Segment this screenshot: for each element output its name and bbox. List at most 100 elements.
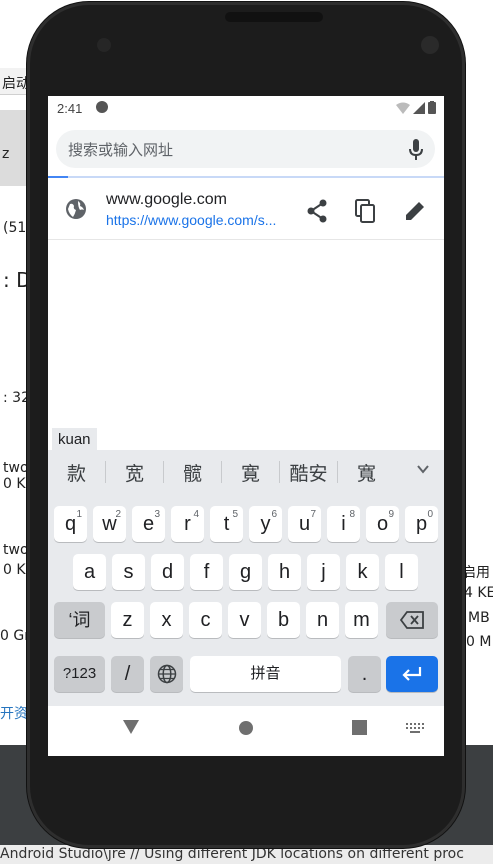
key-hint-number: 6: [271, 509, 277, 520]
key-label: u: [298, 513, 311, 535]
home-icon[interactable]: [238, 720, 254, 736]
language-key[interactable]: [150, 656, 183, 692]
key-hint-number: 1: [76, 509, 82, 520]
composing-text: kuan: [52, 428, 97, 452]
candidate[interactable]: 酷安: [280, 459, 337, 486]
omnibox-suggestion[interactable]: www.google.com https://www.google.com/s.…: [48, 183, 444, 240]
key-s[interactable]: s: [112, 554, 145, 590]
key-label: o: [376, 513, 389, 535]
key-e[interactable]: 3e: [132, 506, 165, 542]
status-icons: [396, 101, 436, 114]
space-key[interactable]: 拼音: [190, 656, 341, 692]
suggestion-url: https://www.google.com/s...: [106, 212, 277, 228]
share-icon[interactable]: [304, 198, 330, 224]
key-hint-number: 4: [193, 509, 199, 520]
candidate[interactable]: 髋: [164, 459, 221, 486]
address-bar[interactable]: [56, 130, 435, 170]
enter-key[interactable]: [386, 656, 438, 692]
search-input[interactable]: [66, 130, 390, 170]
bg-line: 4 KE: [464, 585, 493, 601]
key-y[interactable]: 6y: [249, 506, 282, 542]
status-bar: 2:41: [48, 96, 444, 120]
keyboard-switch-icon[interactable]: [406, 723, 424, 733]
candidate[interactable]: 宽: [106, 459, 163, 486]
slash-key[interactable]: /: [111, 656, 144, 692]
key-c[interactable]: c: [189, 602, 222, 638]
key-v[interactable]: v: [228, 602, 261, 638]
key-l[interactable]: l: [385, 554, 418, 590]
key-o[interactable]: 9o: [366, 506, 399, 542]
bg-line: two: [3, 460, 29, 476]
key-x[interactable]: x: [150, 602, 183, 638]
bg-side-text: z: [2, 146, 10, 162]
key-hint-number: 9: [388, 509, 394, 520]
globe-icon: [66, 199, 86, 219]
key-f[interactable]: f: [190, 554, 223, 590]
suggestion-title: www.google.com: [106, 191, 227, 208]
key-z[interactable]: z: [111, 602, 144, 638]
backspace-icon: [399, 611, 424, 629]
key-t[interactable]: 5t: [210, 506, 243, 542]
key-label: e: [142, 513, 155, 535]
status-time: 2:41: [57, 101, 83, 116]
key-w[interactable]: 2w: [93, 506, 126, 542]
mic-icon[interactable]: [409, 139, 423, 161]
key-hint-number: 5: [232, 509, 238, 520]
bg-line: two: [3, 542, 29, 558]
key-hint-number: 7: [310, 509, 316, 520]
bg-line: (51: [3, 220, 27, 236]
candidate[interactable]: 款: [48, 459, 105, 486]
candidate[interactable]: 寛: [222, 459, 279, 486]
bg-line: 0 K: [3, 562, 26, 578]
enter-icon: [402, 667, 422, 681]
key-label: r: [184, 513, 191, 535]
chevron-down-icon[interactable]: [416, 462, 430, 476]
bg-line: 启用: [462, 565, 490, 581]
page-load-progress: [48, 176, 444, 178]
key-k[interactable]: k: [346, 554, 379, 590]
candidate[interactable]: 寬: [338, 459, 395, 486]
period-key[interactable]: .: [348, 656, 381, 692]
key-j[interactable]: j: [307, 554, 340, 590]
proximity-sensor: [97, 38, 111, 52]
key-a[interactable]: a: [73, 554, 106, 590]
candidate-bar: 款 宽 髋 寛 酷安 寬: [48, 450, 444, 494]
key-p[interactable]: 0p: [405, 506, 438, 542]
key-hint-number: 0: [427, 509, 433, 520]
key-hint-number: 2: [115, 509, 121, 520]
key-label: p: [415, 513, 428, 535]
key-i[interactable]: 8i: [327, 506, 360, 542]
key-h[interactable]: h: [268, 554, 301, 590]
key-label: q: [64, 513, 77, 535]
key-n[interactable]: n: [306, 602, 339, 638]
device-screen: 2:41 www.google.com https://www.google.c…: [48, 96, 444, 756]
progress-fill: [48, 176, 68, 178]
symbols-key[interactable]: ?123: [54, 656, 105, 692]
key-g[interactable]: g: [229, 554, 262, 590]
notification-icon: [96, 101, 108, 113]
bg-line: 0 K: [3, 476, 26, 492]
battery-icon: [428, 101, 436, 114]
globe-icon: [157, 664, 176, 684]
key-u[interactable]: 7u: [288, 506, 321, 542]
key-hint-number: 8: [349, 509, 355, 520]
speaker-grille: [225, 12, 323, 22]
key-label: y: [260, 513, 271, 535]
key-r[interactable]: 4r: [171, 506, 204, 542]
ime-keyboard: 款 宽 髋 寛 酷安 寬 1q2w3e4r5t6y7u8i9o0p asdfgh…: [48, 450, 444, 706]
key-b[interactable]: b: [267, 602, 300, 638]
shift-key[interactable]: ‘词: [54, 602, 105, 638]
backspace-key[interactable]: [386, 602, 438, 638]
bg-link[interactable]: 开资: [0, 703, 28, 723]
bg-toolbar-text: 启动: [2, 76, 30, 92]
overview-icon[interactable]: [352, 720, 367, 735]
signal-icon: [413, 101, 425, 114]
bg-right-panel: 启用 4 KE MB 0 M: [462, 0, 493, 745]
bg-line: : 32: [3, 390, 30, 406]
copy-icon[interactable]: [353, 198, 379, 224]
edit-icon[interactable]: [402, 198, 428, 224]
key-d[interactable]: d: [151, 554, 184, 590]
back-icon[interactable]: [122, 719, 140, 735]
key-m[interactable]: m: [345, 602, 378, 638]
key-q[interactable]: 1q: [54, 506, 87, 542]
